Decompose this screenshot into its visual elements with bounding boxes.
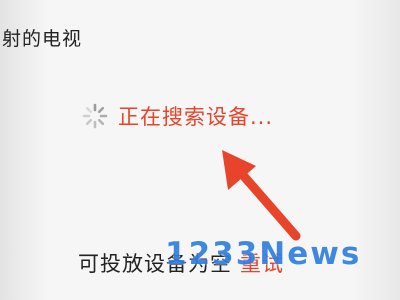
searching-status: 正在搜索设备... <box>82 100 273 132</box>
searching-status-text: 正在搜索设备... <box>118 105 274 129</box>
loading-spinner-icon <box>82 103 108 129</box>
annotation-arrow-icon <box>222 150 301 241</box>
tv-cast-screen: 投射的电视 正在搜索设备... 可投放设备为空 重试 1233News <box>0 0 400 300</box>
watermark-logo: 1233News <box>165 236 362 272</box>
section-title: 投射的电视 <box>0 28 83 50</box>
